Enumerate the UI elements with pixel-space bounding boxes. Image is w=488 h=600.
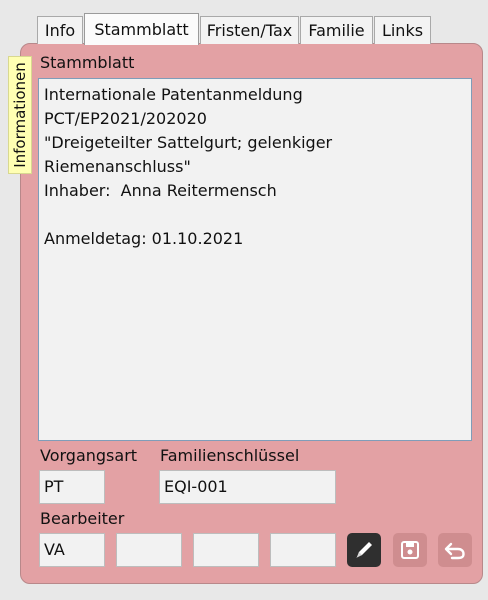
vorgangsart-field[interactable]: PT <box>39 470 105 504</box>
familienschluessel-label: Familienschlüssel <box>160 446 300 465</box>
bearbeiter-field-2[interactable] <box>116 533 182 567</box>
undo-arrow-icon <box>444 542 465 560</box>
bearbeiter-label: Bearbeiter <box>40 509 125 528</box>
tab-info[interactable]: Info <box>37 16 83 44</box>
bearbeiter-field-3[interactable] <box>193 533 259 567</box>
tab-familie[interactable]: Familie <box>300 16 373 44</box>
tab-stammblatt[interactable]: Stammblatt <box>84 13 199 45</box>
undo-button[interactable] <box>438 533 472 567</box>
stammblatt-memo[interactable]: Internationale Patentanmeldung PCT/EP202… <box>38 78 472 441</box>
save-button[interactable] <box>393 533 427 567</box>
tab-fristen-tax[interactable]: Fristen/Tax <box>200 16 299 44</box>
side-tab-informationen[interactable]: Informationen <box>8 56 32 174</box>
pen-icon <box>356 542 372 558</box>
familienschluessel-field[interactable]: EQI-001 <box>159 470 336 504</box>
section-title: Stammblatt <box>40 53 135 72</box>
edit-button[interactable] <box>347 533 381 567</box>
vorgangsart-label: Vorgangsart <box>40 446 138 465</box>
tab-strip: Info Stammblatt Fristen/Tax Familie Link… <box>37 13 432 46</box>
tab-links[interactable]: Links <box>374 16 431 44</box>
side-tab-label: Informationen <box>11 62 30 168</box>
bearbeiter-field-4[interactable] <box>270 533 336 567</box>
bearbeiter-field-1[interactable]: VA <box>39 533 105 567</box>
floppy-disk-icon <box>401 541 419 559</box>
